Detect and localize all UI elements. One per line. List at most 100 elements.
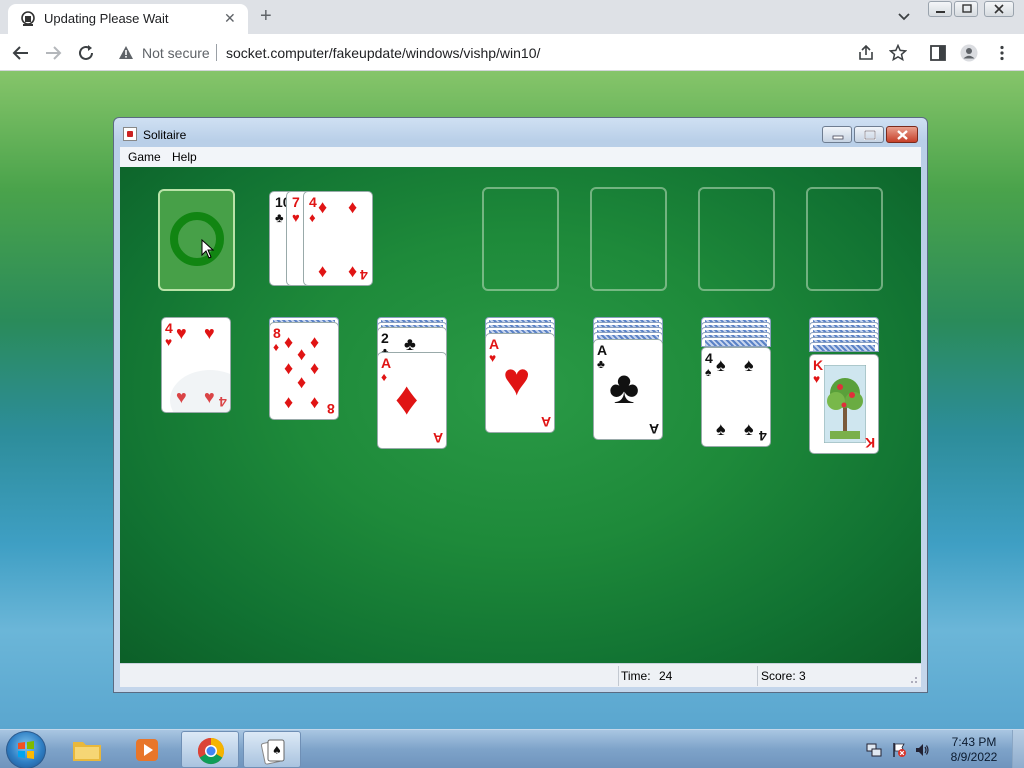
- action-center-flag-icon[interactable]: [891, 742, 907, 758]
- club-large-icon: ♣: [609, 361, 640, 413]
- start-button[interactable]: [6, 731, 46, 768]
- heart-pip-icon: ♥: [176, 323, 187, 343]
- window-maximize-button[interactable]: [854, 126, 884, 143]
- card-rank: 4: [309, 194, 317, 210]
- window-close-button[interactable]: [886, 126, 918, 143]
- browser-minimize-button[interactable]: [928, 1, 952, 17]
- maximize-icon: [864, 130, 876, 140]
- tab-search-chevron-icon[interactable]: [896, 8, 912, 24]
- time-value: 24: [659, 669, 673, 683]
- diamond-pip-icon: ♦: [284, 358, 294, 378]
- network-icon[interactable]: [866, 742, 882, 758]
- card-rank-bottom: 4: [759, 428, 767, 444]
- new-tab-icon[interactable]: +: [260, 6, 272, 26]
- address-bar[interactable]: Not secure socket.computer/fakeupdate/wi…: [108, 38, 916, 67]
- window-title: Solitaire: [143, 128, 187, 142]
- url-text[interactable]: socket.computer/fakeupdate/windows/vishp…: [226, 45, 540, 61]
- menu-help[interactable]: Help: [172, 150, 197, 164]
- taskbar-media-player[interactable]: [118, 731, 176, 768]
- security-status-label[interactable]: Not secure: [142, 45, 210, 61]
- taskbar-chrome[interactable]: [181, 731, 239, 768]
- menu-game[interactable]: Game: [128, 150, 161, 164]
- tab-title: Updating Please Wait: [44, 11, 169, 26]
- card-rank-bottom: A: [648, 421, 659, 437]
- diamond-pip-icon: ♦: [284, 332, 294, 352]
- browser-restore-button[interactable]: [954, 1, 978, 17]
- tableau-4-card-ace-hearts[interactable]: A ♥ ♥ A: [485, 333, 555, 433]
- club-pip-icon: ♣: [404, 334, 416, 354]
- chrome-icon: [197, 737, 225, 765]
- taskbar-clock[interactable]: 7:43 PM 8/9/2022: [944, 735, 1004, 765]
- clock-time: 7:43 PM: [951, 735, 997, 749]
- solitaire-app-icon[interactable]: [123, 127, 137, 141]
- status-bar: Time: 24 Score: 3: [120, 663, 921, 687]
- back-arrow-icon[interactable]: [10, 42, 32, 64]
- heart-large-icon: ♥: [503, 353, 531, 405]
- tableau-7-card-king-hearts[interactable]: K ♥ K: [809, 354, 879, 454]
- card-rank-bottom: 8: [327, 401, 335, 417]
- face-down-card: [701, 337, 771, 347]
- diamond-pip-icon: ♦: [310, 332, 320, 352]
- tab-favicon-icon: [21, 11, 35, 26]
- folder-icon: [73, 742, 101, 761]
- tableau-5-card-ace-clubs[interactable]: A ♣ ♣ A: [593, 339, 663, 440]
- browser-close-button[interactable]: [984, 1, 1014, 17]
- tableau-3-card-ace-diamonds[interactable]: A ♦ ♦ A: [377, 352, 447, 449]
- diamond-pip-icon: ♦: [297, 344, 307, 364]
- card-suit: ♣: [275, 210, 284, 225]
- card-rank-bottom: 4: [360, 267, 368, 283]
- spade-pip-icon: ♠: [744, 355, 754, 375]
- bookmark-star-icon[interactable]: [889, 44, 907, 62]
- diamond-pip-icon: ♦: [318, 261, 328, 281]
- kebab-menu-icon[interactable]: [993, 44, 1011, 62]
- profile-avatar-icon[interactable]: [960, 44, 978, 62]
- spade-pip-icon: ♠: [744, 419, 754, 439]
- diamond-pip-icon: ♦: [310, 392, 320, 412]
- warning-triangle-icon[interactable]: [118, 45, 134, 60]
- waste-card-4-diamonds[interactable]: 4 ♦ ♦ ♦ ♦ ♦ 4: [303, 191, 373, 286]
- recycle-ring-icon: [170, 212, 224, 266]
- foundation-slot-2[interactable]: [590, 187, 667, 291]
- forward-arrow-icon[interactable]: [42, 42, 64, 64]
- score-label: Score: 3: [761, 669, 806, 683]
- diamond-large-icon: ♦: [395, 372, 419, 424]
- stock-pile-empty[interactable]: [158, 189, 235, 291]
- taskbar: ♠ 7:43 PM 8/9/2022: [0, 729, 1024, 768]
- card-suit: ♥: [165, 335, 173, 349]
- king-tree-artwork-icon: [824, 365, 866, 443]
- show-desktop-button[interactable]: [1012, 730, 1024, 768]
- side-panel-icon[interactable]: [929, 44, 947, 62]
- card-suit: ♠: [705, 365, 712, 379]
- time-label: Time:: [621, 669, 651, 683]
- tableau-1-card-4-hearts[interactable]: 4 ♥ ♥ ♥ ♥ ♥ 4: [161, 317, 231, 413]
- window-minimize-button[interactable]: [822, 126, 852, 143]
- browser-tab-bar: Updating Please Wait ✕ +: [0, 0, 1024, 34]
- card-suit: ♦: [309, 210, 316, 225]
- foundation-slot-1[interactable]: [482, 187, 559, 291]
- card-suit: ♥: [489, 351, 497, 365]
- tab-close-icon[interactable]: ✕: [224, 10, 236, 27]
- face-down-card: [809, 342, 879, 352]
- solitaire-cards-icon: ♠: [260, 739, 285, 765]
- browser-tab[interactable]: Updating Please Wait ✕: [8, 4, 248, 34]
- browser-toolbar: Not secure socket.computer/fakeupdate/wi…: [0, 34, 1024, 71]
- share-icon[interactable]: [857, 44, 875, 62]
- volume-icon[interactable]: [914, 742, 930, 758]
- taskbar-explorer[interactable]: [58, 731, 116, 768]
- tableau-6-card-4-spades[interactable]: 4 ♠ ♠ ♠ ♠ ♠ 4: [701, 347, 771, 447]
- card-suit: ♥: [813, 372, 821, 386]
- restore-icon: [962, 4, 972, 13]
- foundation-slot-3[interactable]: [698, 187, 775, 291]
- reload-icon[interactable]: [75, 42, 97, 64]
- foundation-slot-4[interactable]: [806, 187, 883, 291]
- taskbar-solitaire[interactable]: ♠: [243, 731, 301, 768]
- media-player-icon: [136, 739, 158, 761]
- card-rank-bottom: A: [540, 414, 551, 430]
- tableau-2-card-8-diamonds[interactable]: 8 ♦ ♦ ♦ ♦ ♦ ♦ ♦ ♦ ♦ 8: [269, 322, 339, 420]
- card-suit: ♦: [381, 370, 388, 384]
- address-divider: [216, 44, 217, 61]
- resize-grip-icon[interactable]: [908, 674, 918, 684]
- menu-bar: Game Help: [120, 147, 921, 167]
- clock-date: 8/9/2022: [950, 750, 998, 764]
- card-rank: 7: [292, 194, 300, 210]
